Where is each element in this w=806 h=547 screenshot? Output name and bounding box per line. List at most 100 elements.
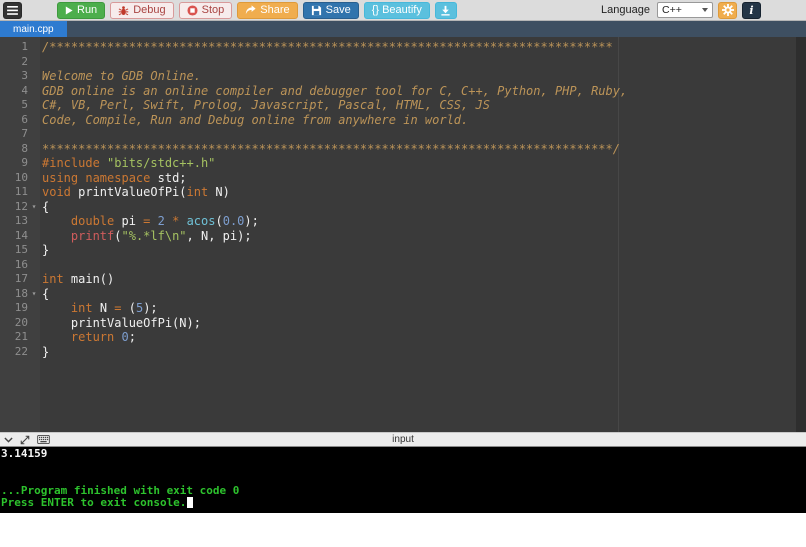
line-number: 10: [14, 170, 28, 184]
code-text: ****************************************…: [42, 141, 620, 156]
code-line[interactable]: 4 GDB online is an online compiler and de…: [0, 84, 796, 99]
console-line: Press ENTER to exit console.: [1, 496, 806, 509]
fold-icon[interactable]: ▾: [28, 287, 40, 302]
save-button-label: Save: [325, 3, 351, 16]
code-line[interactable]: 3 Welcome to GDB Online.: [0, 69, 796, 84]
code-line[interactable]: 18 ▾{: [0, 287, 796, 302]
line-number: 12: [14, 199, 28, 213]
chevron-down-icon: [702, 8, 708, 12]
language-select-value: C++: [662, 4, 682, 16]
code-line[interactable]: 6 Code, Compile, Run and Debug online fro…: [0, 113, 796, 128]
run-button-label: Run: [77, 3, 98, 16]
line-number: 21: [14, 330, 28, 343]
resize-console-button[interactable]: [20, 435, 30, 445]
code-line[interactable]: 22}: [0, 345, 796, 360]
code-line[interactable]: 16: [0, 258, 796, 273]
share-button[interactable]: Share: [237, 1, 298, 19]
code-line[interactable]: 11 void printValueOfPi(int N): [0, 185, 796, 200]
language-select[interactable]: C++: [657, 2, 713, 18]
line-number: 13: [14, 214, 28, 227]
code-line[interactable]: 1 /**************************************…: [0, 40, 796, 55]
code-text: {: [42, 199, 50, 214]
run-button[interactable]: Run: [57, 1, 106, 19]
line-number: 20: [14, 315, 28, 329]
code-text: Code, Compile, Run and Debug online from…: [42, 112, 469, 127]
info-button[interactable]: i: [742, 1, 761, 19]
code-line[interactable]: 10 using namespace std;: [0, 171, 796, 186]
share-icon: [245, 5, 256, 15]
collapse-console-button[interactable]: [4, 437, 13, 443]
tab-main-cpp[interactable]: main.cpp: [0, 21, 67, 37]
code-line[interactable]: 5 C#, VB, Perl, Swift, Prolog, Javascript…: [0, 98, 796, 113]
save-button[interactable]: Save: [302, 1, 359, 19]
play-icon: [65, 6, 73, 15]
line-number: 2: [21, 54, 28, 68]
code-line[interactable]: 17 int main(): [0, 272, 796, 287]
hamburger-icon: [7, 5, 18, 15]
code-line[interactable]: 7: [0, 127, 796, 142]
code-text: {: [42, 286, 50, 301]
resize-icon: [20, 435, 30, 445]
code-line[interactable]: 15}: [0, 243, 796, 258]
code-lines: 1 /**************************************…: [0, 40, 796, 359]
gdb-online-ide: Run Debug Stop Share Save {} Beautify La…: [0, 0, 806, 547]
console-line: ...Program finished with exit code 0: [1, 483, 240, 497]
download-button[interactable]: [434, 1, 457, 19]
code-line[interactable]: 9 #include "bits/stdc++.h": [0, 156, 796, 171]
line-number: 9: [21, 156, 28, 169]
code-line[interactable]: 19 int N = (5);: [0, 301, 796, 316]
console-line: 3.14159: [1, 447, 48, 460]
stop-button-label: Stop: [201, 3, 225, 16]
share-button-label: Share: [260, 3, 290, 16]
code-text: }: [42, 344, 50, 359]
line-number: 8: [21, 141, 28, 155]
beautify-button[interactable]: {} Beautify: [363, 1, 430, 19]
code-line[interactable]: 14 printf("%.*lf\n", N, pi);: [0, 229, 796, 244]
menu-button[interactable]: [3, 1, 22, 19]
info-icon: i: [749, 3, 754, 17]
debug-button-label: Debug: [133, 3, 166, 16]
code-text: printf("%.*lf\n", N, pi);: [70, 228, 252, 243]
settings-button[interactable]: [718, 1, 737, 19]
gear-icon: [721, 4, 734, 16]
code-text: #include "bits/stdc++.h": [42, 156, 216, 170]
code-line[interactable]: 13 double pi = 2 * acos(0.0);: [0, 214, 796, 229]
code-editor[interactable]: 1 /**************************************…: [0, 37, 806, 432]
editor-scrollbar[interactable]: [796, 37, 806, 432]
code-line[interactable]: 21 return 0;: [0, 330, 796, 345]
fold-icon[interactable]: ▾: [28, 200, 40, 215]
code-line[interactable]: 8 ***************************************…: [0, 142, 796, 157]
console-output[interactable]: 3.14159 ...Program finished with exit cod…: [0, 447, 806, 513]
keyboard-input-button[interactable]: [37, 435, 50, 444]
input-label[interactable]: input: [0, 434, 806, 445]
line-number: 11: [14, 185, 28, 198]
line-number: 18: [14, 286, 28, 300]
stop-button[interactable]: Stop: [178, 1, 233, 19]
code-line[interactable]: 20 printValueOfPi(N);: [0, 316, 796, 331]
toolbar: Run Debug Stop Share Save {} Beautify La…: [0, 0, 806, 21]
console-input-bar: input: [0, 432, 806, 447]
keyboard-icon: [37, 435, 50, 444]
debug-button[interactable]: Debug: [110, 1, 174, 19]
tab-bar: main.cpp: [0, 21, 806, 37]
code-line[interactable]: 2: [0, 55, 796, 70]
code-line[interactable]: 12 ▾{: [0, 200, 796, 215]
code-text: int main(): [42, 272, 115, 286]
